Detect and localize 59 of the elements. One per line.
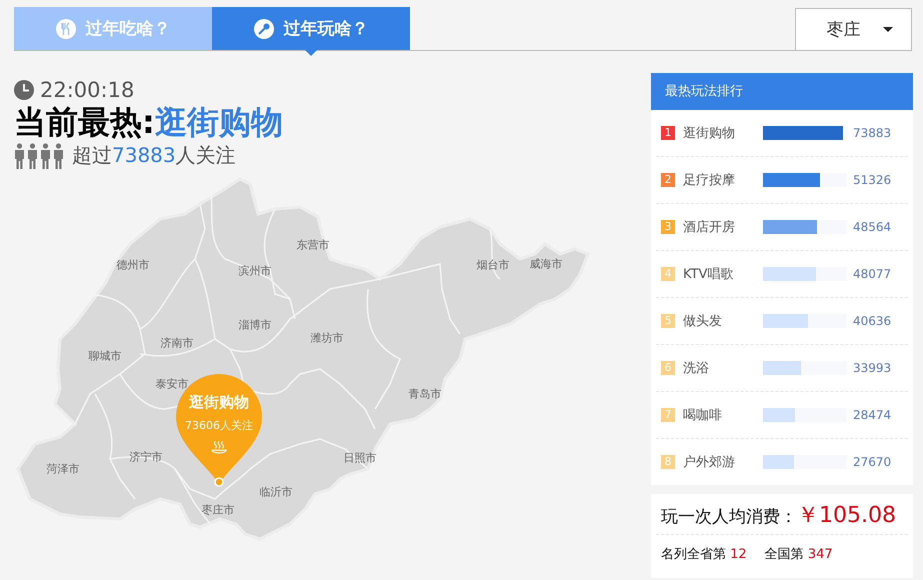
rank-name: 做头发 bbox=[683, 313, 723, 330]
city-label: 菏泽市 bbox=[46, 462, 80, 476]
pin-subtitle: 73606人关注 bbox=[185, 418, 253, 433]
rank-badge: 3 bbox=[661, 220, 675, 234]
rank-name: 酒店开房 bbox=[683, 219, 736, 236]
country-rank: 全国第 347 bbox=[764, 546, 833, 563]
rank-value: 48564 bbox=[853, 220, 892, 234]
rank-value: 27670 bbox=[853, 455, 892, 469]
city-label: 潍坊市 bbox=[310, 330, 344, 346]
rank-value: 51326 bbox=[853, 173, 892, 187]
caret-icon bbox=[882, 26, 892, 32]
city-label: 枣庄市 bbox=[202, 502, 234, 518]
rank-badge: 1 bbox=[661, 126, 675, 140]
city-label: 东营市 bbox=[296, 238, 330, 252]
rank-value: 48077 bbox=[853, 267, 892, 281]
rank-name: 逛街购物 bbox=[683, 125, 736, 142]
province-rank: 名列全省第 12 bbox=[661, 546, 747, 563]
city-label: 日照市 bbox=[344, 450, 376, 466]
rank-badge: 6 bbox=[661, 361, 675, 375]
headline: 当前最热:逛街购物 bbox=[14, 102, 284, 142]
followers-text: 超过73883人关注 bbox=[72, 142, 236, 169]
city-label: 烟台市 bbox=[476, 258, 510, 272]
rank-name: KTV唱歌 bbox=[683, 266, 734, 283]
city-label: 淄博市 bbox=[238, 318, 272, 332]
cost-label: 玩一次人均消费： bbox=[661, 506, 797, 528]
city-label: 聊城市 bbox=[88, 348, 122, 364]
rank-badge: 4 bbox=[661, 267, 675, 281]
people-icon bbox=[14, 142, 66, 168]
city-label: 青岛市 bbox=[408, 386, 442, 402]
pin-title: 逛街购物 bbox=[189, 393, 249, 412]
rank-name: 足疗按摩 bbox=[683, 172, 736, 189]
microphone-icon bbox=[254, 18, 274, 38]
city-label: 滨州市 bbox=[238, 264, 272, 278]
tab-pointer bbox=[305, 50, 317, 56]
city-label: 临沂市 bbox=[260, 484, 292, 500]
ranking-title: 最热玩法排行 bbox=[651, 73, 913, 110]
city-label: 威海市 bbox=[530, 256, 562, 272]
rank-badge: 2 bbox=[661, 173, 675, 187]
rank-badge: 7 bbox=[661, 408, 675, 422]
city-label: 德州市 bbox=[116, 258, 150, 272]
rank-name: 户外郊游 bbox=[683, 454, 736, 471]
city-dropdown[interactable]: 枣庄 bbox=[795, 8, 912, 50]
rank-name: 喝咖啡 bbox=[683, 407, 723, 424]
steaming-bowl-icon bbox=[210, 440, 228, 455]
rank-badge: 8 bbox=[661, 455, 675, 469]
tab[interactable]: 过年玩啥？ bbox=[212, 7, 410, 50]
rank-name: 洗浴 bbox=[683, 360, 710, 377]
city-label: 济宁市 bbox=[130, 450, 162, 464]
rank-value: 40636 bbox=[853, 314, 892, 328]
rank-value: 33993 bbox=[853, 361, 892, 375]
clock-icon bbox=[14, 80, 34, 100]
fork-knife-icon bbox=[56, 18, 76, 38]
rank-badge: 5 bbox=[661, 314, 675, 328]
rank-value: 73883 bbox=[853, 126, 892, 140]
rank-value: 28474 bbox=[853, 408, 892, 422]
clock-time: 22:00:18 bbox=[40, 78, 134, 102]
city-label: 济南市 bbox=[160, 336, 194, 350]
city-label: 泰安市 bbox=[156, 376, 188, 392]
cost-amount: ￥105.08 bbox=[797, 502, 896, 530]
